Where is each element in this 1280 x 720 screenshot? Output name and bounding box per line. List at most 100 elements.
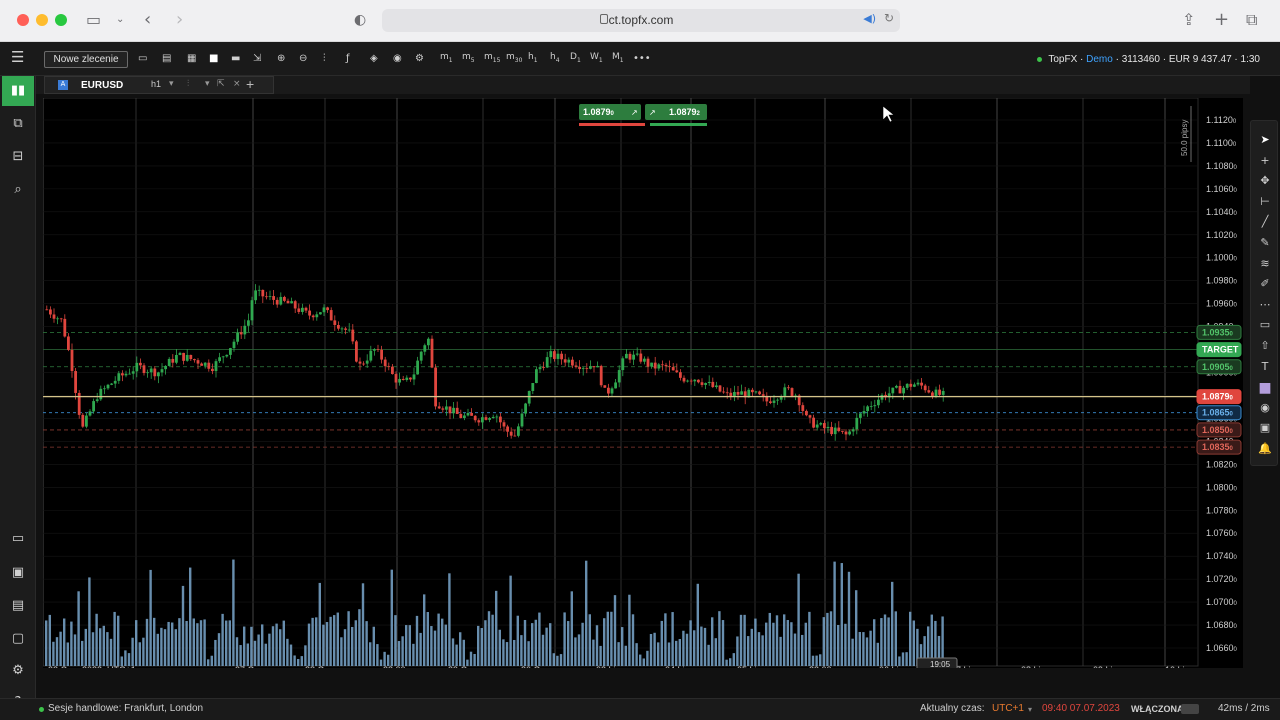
zoom-icon[interactable]: ✥ bbox=[1251, 174, 1279, 187]
forward-icon[interactable]: › bbox=[176, 10, 183, 30]
volume-bar bbox=[365, 621, 368, 666]
timezone-selector[interactable]: UTC+1 bbox=[992, 703, 1024, 714]
share-icon[interactable]: ⇪ bbox=[1182, 10, 1195, 30]
single-layout-icon[interactable]: ■ bbox=[209, 52, 218, 66]
audio-icon[interactable]: ◀) bbox=[863, 12, 876, 25]
pan-icon[interactable]: ⊢ bbox=[1251, 195, 1279, 208]
market-icon[interactable]: ▤ bbox=[2, 591, 34, 621]
copy-icon[interactable]: ⧉ bbox=[2, 109, 34, 139]
privacy-shield-icon[interactable]: ◐ bbox=[354, 10, 366, 30]
volume-bar bbox=[757, 632, 761, 666]
minimize-window-button[interactable] bbox=[36, 14, 48, 26]
candles-icon[interactable]: ⫶ bbox=[323, 52, 326, 66]
settings-chart-icon[interactable]: ⚙ bbox=[415, 52, 424, 66]
volume-bar bbox=[289, 644, 293, 666]
volume-bar bbox=[48, 614, 51, 666]
pattern-icon[interactable]: ⋯ bbox=[1251, 298, 1279, 311]
alert-icon[interactable]: 🔔 bbox=[1251, 442, 1279, 455]
window-icon[interactable]: ▤ bbox=[162, 52, 171, 66]
volume-bar bbox=[437, 613, 440, 666]
trade-watch-icon[interactable]: ▮▮ bbox=[2, 76, 34, 106]
volume-bar bbox=[469, 651, 473, 666]
split-layout-icon[interactable]: ▬ bbox=[231, 52, 240, 66]
layers-icon[interactable]: ◈ bbox=[370, 52, 378, 66]
volume-bar bbox=[372, 626, 375, 666]
timeframe-m30[interactable]: m30 bbox=[506, 52, 522, 64]
new-tab-icon[interactable]: + bbox=[1214, 10, 1229, 30]
volume-bar bbox=[847, 571, 851, 666]
pencil-icon[interactable]: ✎ bbox=[1251, 236, 1279, 249]
tab-eurusd[interactable]: A EURUSD h1 ▾ ⫶ ▾ ⇱ × bbox=[44, 76, 274, 94]
eye-icon[interactable]: ◉ bbox=[393, 52, 402, 66]
rectangle-icon[interactable]: ▭ bbox=[1251, 318, 1279, 331]
candle bbox=[625, 353, 628, 359]
detach-icon[interactable]: ⇲ bbox=[253, 52, 261, 66]
timeframe-h1[interactable]: h1 bbox=[528, 52, 538, 64]
chat-icon[interactable]: ▭ bbox=[2, 524, 34, 554]
candle bbox=[124, 373, 128, 376]
chevron-down-icon[interactable]: ▾ bbox=[1028, 705, 1032, 714]
volume-bar bbox=[689, 620, 692, 666]
gear-icon[interactable]: ⚙ bbox=[2, 656, 34, 686]
camera-icon[interactable]: ▣ bbox=[1251, 421, 1279, 434]
add-tab-button[interactable]: + bbox=[246, 76, 254, 92]
candle bbox=[344, 328, 347, 330]
chart-type-icon[interactable]: ⫶ bbox=[187, 79, 189, 89]
timeframe-W1[interactable]: W1 bbox=[590, 52, 603, 64]
tab-timeframe[interactable]: h1 bbox=[151, 79, 161, 89]
crosshair-icon[interactable]: + bbox=[1251, 154, 1279, 167]
chart-screen-icon[interactable]: ▭ bbox=[138, 52, 147, 66]
candle bbox=[628, 353, 632, 360]
timeframe-m15[interactable]: m15 bbox=[484, 52, 500, 64]
line-icon[interactable]: ╱ bbox=[1251, 215, 1279, 228]
timeframe-m1[interactable]: m1 bbox=[440, 52, 453, 64]
tab-badge: A bbox=[58, 80, 68, 90]
brush-icon[interactable]: ✐ bbox=[1251, 277, 1279, 290]
close-window-button[interactable] bbox=[17, 14, 29, 26]
chevron-down-icon[interactable]: ▾ bbox=[205, 79, 210, 89]
volume-bar bbox=[214, 639, 217, 666]
text-icon[interactable]: T bbox=[1251, 360, 1279, 373]
toggle-switch[interactable] bbox=[1181, 704, 1199, 714]
account-info[interactable]: TopFX · Demo · 3113460 · EUR 9 437.47 · … bbox=[1037, 54, 1260, 65]
chevron-down-icon[interactable]: ⌄ bbox=[116, 10, 124, 30]
timeframe-D1[interactable]: D1 bbox=[570, 52, 581, 64]
y-tick-label: 1.06600 bbox=[1206, 643, 1238, 653]
candle bbox=[319, 312, 322, 315]
grid-layout-icon[interactable]: ▦ bbox=[187, 52, 196, 66]
zoom-window-button[interactable] bbox=[55, 14, 67, 26]
sidebar-toggle-icon[interactable]: ▭ bbox=[86, 10, 101, 30]
menu-icon[interactable]: ☰ bbox=[11, 50, 24, 65]
eye-icon[interactable]: ◉ bbox=[1251, 401, 1279, 414]
cursor-icon[interactable]: ➤ bbox=[1251, 133, 1279, 146]
zoom-out-icon[interactable]: ⊖ bbox=[299, 52, 307, 66]
candle bbox=[434, 367, 437, 407]
wallet-icon[interactable]: ▢ bbox=[2, 624, 34, 654]
analyze-icon[interactable]: ⌕ bbox=[2, 175, 34, 205]
tab-overview-icon[interactable]: ⧉ bbox=[1246, 10, 1257, 30]
back-icon[interactable]: ‹ bbox=[144, 10, 151, 30]
address-bar[interactable]: ct.topfx.com ◀) ↻ bbox=[382, 9, 900, 32]
color-swatch-icon[interactable]: ■ bbox=[1251, 380, 1279, 396]
indicators-icon[interactable]: ƒ bbox=[346, 52, 350, 66]
timeframe-M1[interactable]: M1 bbox=[612, 52, 624, 64]
new-order-button[interactable]: Nowe zlecenie bbox=[44, 51, 128, 68]
volume-bar bbox=[603, 618, 606, 666]
fib-icon[interactable]: ≋ bbox=[1251, 257, 1279, 270]
automate-icon[interactable]: ⊟ bbox=[2, 142, 34, 172]
more-timeframes-button[interactable]: ••• bbox=[633, 52, 651, 66]
portfolio-icon[interactable]: ▣ bbox=[2, 558, 34, 588]
timeframe-m5[interactable]: m5 bbox=[462, 52, 475, 64]
price-chart[interactable]: 1.11200 1.11000 1.10800 1.10600 1.10400 1.102… bbox=[43, 98, 1243, 668]
candle bbox=[369, 350, 373, 361]
detach-tab-icon[interactable]: ⇱ bbox=[217, 79, 225, 89]
reload-icon[interactable]: ↻ bbox=[884, 11, 894, 25]
timeframe-h4[interactable]: h4 bbox=[550, 52, 560, 64]
close-icon[interactable]: × bbox=[233, 79, 241, 89]
shape-icon[interactable]: ⇧ bbox=[1251, 339, 1279, 352]
candle bbox=[725, 392, 729, 394]
volume-bar bbox=[343, 629, 347, 666]
zoom-in-icon[interactable]: ⊕ bbox=[277, 52, 285, 66]
chevron-down-icon[interactable]: ▾ bbox=[169, 79, 174, 89]
candle bbox=[160, 369, 164, 373]
